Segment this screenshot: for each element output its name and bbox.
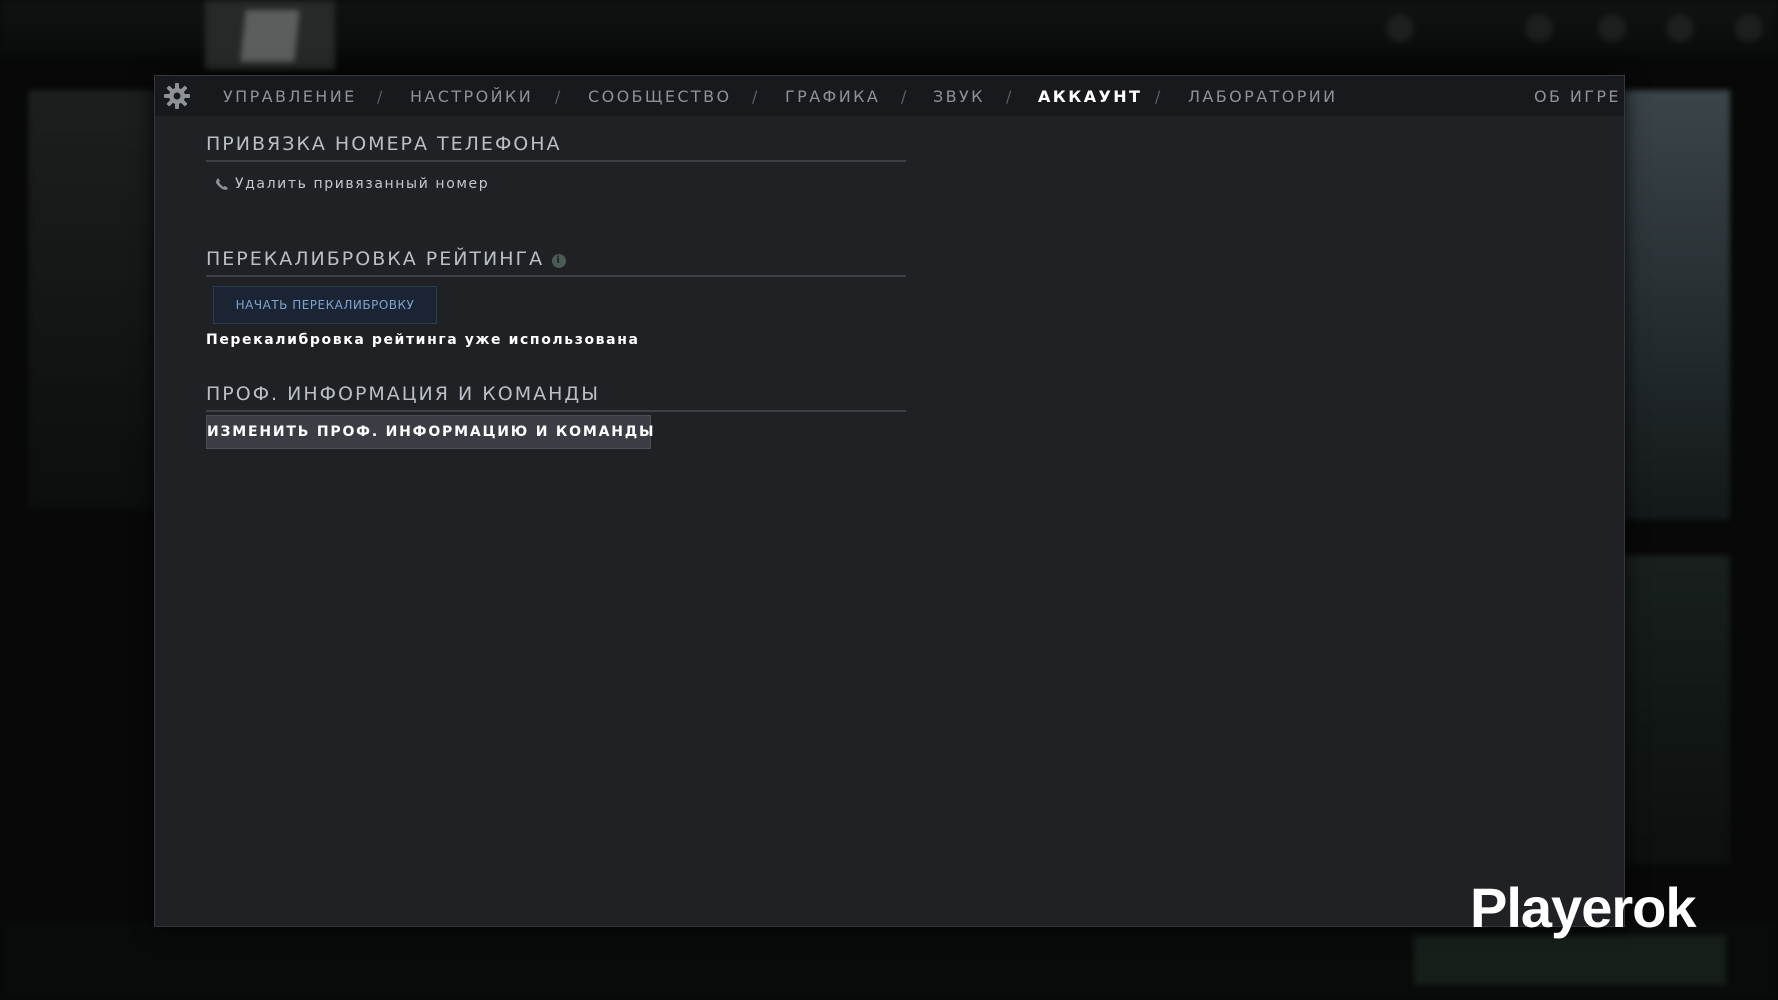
- phone-section-title: ПРИВЯЗКА НОМЕРА ТЕЛЕФОНА: [206, 133, 562, 155]
- tab-settings[interactable]: НАСТРОЙКИ: [410, 87, 533, 106]
- tab-community[interactable]: СООБЩЕСТВО: [588, 87, 731, 106]
- tab-about[interactable]: ОБ ИГРЕ: [1534, 87, 1621, 106]
- tab-separator: /: [1155, 87, 1161, 106]
- recalibration-title-text: ПЕРЕКАЛИБРОВКА РЕЙТИНГА: [206, 248, 545, 270]
- tab-separator: /: [752, 87, 758, 106]
- recalibration-section-title: ПЕРЕКАЛИБРОВКА РЕЙТИНГА i: [206, 248, 567, 270]
- settings-window: УПРАВЛЕНИЕ / НАСТРОЙКИ / СООБЩЕСТВО / ГР…: [154, 75, 1625, 927]
- recalibration-status-text: Перекалибровка рейтинга уже использована: [206, 332, 640, 348]
- tab-graphics[interactable]: ГРАФИКА: [785, 87, 880, 106]
- tab-account[interactable]: АККАУНТ: [1038, 87, 1142, 106]
- info-icon[interactable]: i: [552, 254, 567, 268]
- tab-sound[interactable]: ЗВУК: [933, 87, 985, 106]
- phone-icon: [216, 178, 228, 190]
- tab-controls[interactable]: УПРАВЛЕНИЕ: [223, 87, 357, 106]
- tab-separator: /: [377, 87, 383, 106]
- pro-info-section-divider: [206, 410, 906, 412]
- pro-info-section-title: ПРОФ. ИНФОРМАЦИЯ И КОМАНДЫ: [206, 383, 600, 405]
- recalibration-section-divider: [206, 275, 906, 277]
- settings-tab-bar: УПРАВЛЕНИЕ / НАСТРОЙКИ / СООБЩЕСТВО / ГР…: [155, 76, 1624, 116]
- remove-phone-link[interactable]: Удалить привязанный номер: [215, 176, 489, 192]
- remove-phone-label: Удалить привязанный номер: [235, 176, 490, 192]
- phone-section-divider: [206, 160, 906, 162]
- tab-separator: /: [901, 87, 907, 106]
- tab-labs[interactable]: ЛАБОРАТОРИИ: [1188, 87, 1338, 106]
- tab-separator: /: [555, 87, 561, 106]
- start-recalibration-button[interactable]: НАЧАТЬ ПЕРЕКАЛИБРОВКУ: [213, 286, 437, 324]
- tab-separator: /: [1006, 87, 1012, 106]
- gear-icon[interactable]: [163, 82, 191, 110]
- edit-pro-info-button[interactable]: ИЗМЕНИТЬ ПРОФ. ИНФОРМАЦИЮ И КОМАНДЫ: [206, 415, 653, 449]
- watermark-logo: Playerok: [1470, 876, 1696, 939]
